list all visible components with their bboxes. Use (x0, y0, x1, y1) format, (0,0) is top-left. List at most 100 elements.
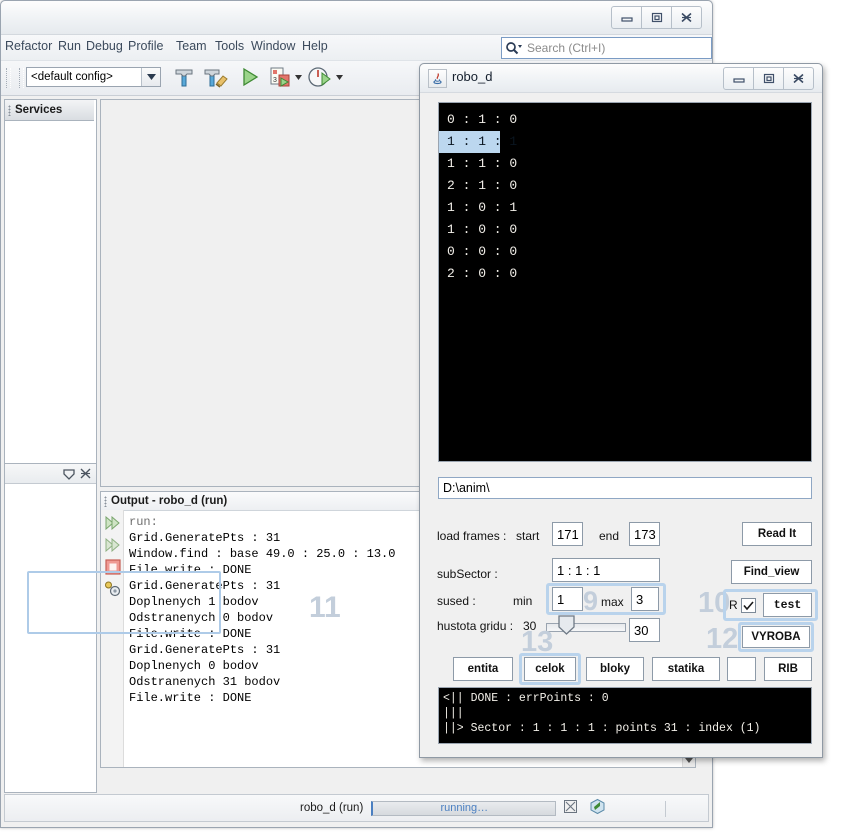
menu-item-run[interactable]: Run (58, 39, 81, 53)
statika-button[interactable]: statika (652, 657, 720, 681)
search-placeholder: Search (Ctrl+I) (527, 41, 606, 55)
path-input-value: D:\anim\ (443, 481, 490, 495)
grid-density-slider-thumb[interactable] (558, 615, 575, 635)
bloky-button[interactable]: bloky (586, 657, 644, 681)
r-checkbox[interactable] (741, 598, 756, 613)
load-frames-label: load frames : (437, 529, 507, 543)
rerun-icon[interactable] (104, 514, 121, 531)
output-window-title: Output - robo_d (run) (111, 495, 228, 507)
sidebar-tab-services[interactable]: Services (5, 100, 94, 121)
search-input[interactable]: Search (Ctrl+I) (501, 37, 712, 59)
sused-max-input[interactable]: 3 (631, 587, 659, 611)
end-frame-input[interactable]: 173 (629, 522, 660, 546)
menu-item-profile[interactable]: Profile (128, 39, 163, 53)
run-icon[interactable] (237, 64, 263, 90)
annotation-12: 12 (706, 623, 739, 655)
subsector-value: 1 : 1 : 1 (557, 562, 601, 578)
entita-button[interactable]: entita (453, 657, 513, 681)
grid-density-label: hustota gridu : (437, 619, 514, 633)
stop-icon[interactable] (104, 558, 121, 575)
end-label: end (599, 529, 620, 543)
read-it-button[interactable]: Read It (742, 522, 812, 546)
ide-status-bar: robo_d (run) running… (4, 794, 709, 822)
subsector-input[interactable]: 1 : 1 : 1 (552, 558, 660, 582)
console-line: ||> Sector : 1 : 1 : 1 : points 31 : ind… (443, 722, 761, 735)
ide-restore-button[interactable] (641, 6, 672, 29)
sused-label: sused : (437, 594, 476, 608)
menu-item-refactor[interactable]: Refactor (5, 39, 52, 53)
sused-max-value: 3 (636, 591, 644, 607)
build-icon[interactable] (171, 64, 197, 90)
vyroba-button[interactable]: VYROBA (742, 626, 810, 648)
app-restore-button[interactable] (753, 67, 784, 90)
notification-icon[interactable] (589, 798, 606, 818)
progress-label: running… (440, 802, 489, 814)
menu-item-window[interactable]: Window (251, 39, 295, 53)
ide-window-controls (611, 6, 702, 29)
config-combo-value: <default config> (31, 71, 113, 83)
search-icon (505, 41, 522, 55)
ide-titlebar (1, 1, 712, 35)
sused-min-input[interactable]: 1 (552, 587, 583, 611)
app-console: <|| DONE : errPoints : 0 ||| ||> Sector … (438, 687, 812, 744)
list-item[interactable]: 2 : 0 : 0 (439, 263, 811, 285)
profile-dropdown-icon[interactable] (335, 73, 344, 82)
end-frame-value: 173 (634, 526, 656, 542)
profile-icon[interactable] (307, 64, 333, 90)
services-tab-label: Services (15, 104, 63, 116)
list-item-selected[interactable]: 1 : 1 : 1 (439, 131, 517, 153)
rerun-icon[interactable] (104, 536, 121, 553)
start-frame-input[interactable]: 171 (552, 522, 583, 546)
menu-item-debug[interactable]: Debug (86, 39, 123, 53)
celok-button[interactable]: celok (524, 657, 576, 681)
sused-max-label: max (601, 595, 624, 609)
java-icon (428, 69, 447, 88)
sector-list[interactable]: 0 : 1 : 0 1 : 1 : 1 1 : 1 : 0 2 : 1 : 0 … (438, 102, 812, 462)
list-item[interactable]: 1 : 0 : 1 (439, 197, 811, 219)
close-panel-icon[interactable] (80, 468, 91, 479)
annotation-11: 11 (309, 591, 341, 624)
ide-close-button[interactable] (671, 6, 702, 29)
list-item[interactable]: 0 : 1 : 0 (439, 109, 811, 131)
progress-stop-icon[interactable] (564, 800, 578, 816)
left-lower-panel (4, 463, 97, 793)
list-item[interactable]: 1 : 1 : 0 (439, 153, 811, 175)
status-project-label: robo_d (run) (300, 802, 364, 814)
subsector-label: subSector : (437, 567, 498, 581)
settings-icon[interactable] (104, 580, 121, 597)
sused-min-label: min (513, 594, 533, 608)
svg-text:3: 3 (273, 77, 277, 84)
config-combo[interactable]: <default config> (26, 67, 161, 87)
menu-item-help[interactable]: Help (302, 39, 328, 53)
toolbar-grip-2[interactable] (19, 68, 24, 88)
list-item[interactable]: 1 : 0 : 0 (439, 219, 811, 241)
find-view-button[interactable]: Find_view (731, 560, 812, 584)
test-button[interactable]: test (763, 593, 812, 617)
chevron-down-icon[interactable] (141, 68, 160, 86)
path-input[interactable]: D:\anim\ (438, 477, 812, 499)
toolbar-grip[interactable] (6, 68, 11, 88)
output-grip-icon (104, 495, 107, 507)
menu-item-team[interactable]: Team (176, 39, 207, 53)
empty-button[interactable] (727, 657, 756, 681)
status-bar-icons (564, 798, 606, 818)
app-minimize-button[interactable] (723, 67, 754, 90)
services-panel: Services (4, 99, 97, 481)
robo-d-window: robo_d 0 : 1 : 0 1 : 1 : 1 1 : 1 : 0 2 :… (419, 63, 823, 758)
minimize-panel-icon[interactable] (63, 468, 75, 480)
annotation-10: 10 (698, 587, 731, 619)
progress-bar[interactable]: running… (371, 800, 557, 816)
app-titlebar: robo_d (420, 64, 822, 93)
ide-minimize-button[interactable] (611, 6, 642, 29)
menu-item-tools[interactable]: Tools (215, 39, 244, 53)
debug-icon[interactable]: 3 (267, 64, 293, 90)
clean-build-icon[interactable] (203, 64, 229, 90)
grid-density-input[interactable]: 30 (629, 618, 660, 642)
list-item[interactable]: 2 : 1 : 0 (439, 175, 811, 197)
start-label: start (516, 529, 540, 543)
rib-button[interactable]: RIB (764, 657, 812, 681)
start-frame-value: 171 (557, 526, 579, 542)
list-item[interactable]: 0 : 0 : 0 (439, 241, 811, 263)
debug-dropdown-icon[interactable] (294, 73, 303, 82)
app-close-button[interactable] (783, 67, 814, 90)
